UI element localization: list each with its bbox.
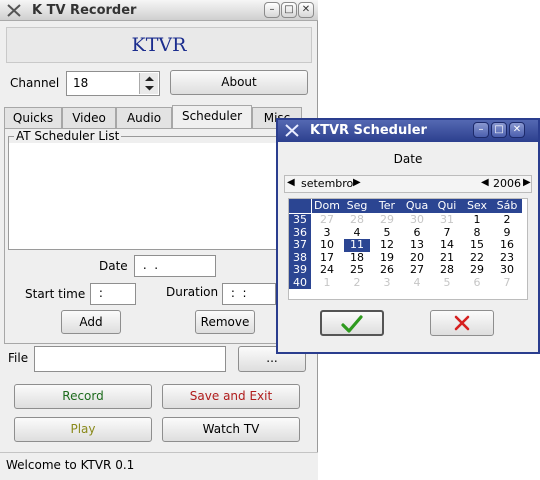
date-section-label: Date [393, 152, 423, 166]
week-number: 40 [289, 276, 311, 289]
calendar-day[interactable]: 12 [374, 238, 400, 252]
prev-month-icon[interactable]: ◀ [287, 177, 295, 188]
weekday-header: Dom [312, 199, 342, 213]
file-label: File [8, 351, 29, 365]
calendar-day-selected[interactable]: 11 [344, 238, 370, 252]
status-bar: Welcome to KTVR 0.1 [0, 452, 318, 480]
dialog-close-icon[interactable]: ✕ [509, 122, 525, 138]
calendar-day[interactable]: 24 [314, 263, 340, 277]
week-number: 37 [289, 238, 311, 252]
next-month-icon[interactable]: ▶ [353, 177, 361, 188]
main-window: K TV Recorder – □ ✕ KTVR Channel 18 Abou… [0, 0, 318, 480]
calendar-day[interactable]: 3 [374, 276, 400, 290]
year-value: 2006 [493, 177, 521, 190]
calendar-day[interactable]: 28 [434, 263, 460, 277]
weekday-header: Seg [342, 199, 372, 213]
cancel-button[interactable] [430, 310, 494, 336]
scheduler-dialog: KTVR Scheduler – □ ✕ Date ◀ setembro ▶ ◀… [276, 118, 540, 354]
play-button[interactable]: Play [14, 417, 152, 442]
weekday-header: Qui [432, 199, 462, 213]
calendar-day[interactable]: 29 [464, 263, 490, 277]
calendar-nav: ◀ setembro ▶ ◀ 2006 ▶ [284, 175, 532, 193]
calendar-day[interactable]: 29 [374, 213, 400, 227]
calendar-day[interactable]: 4 [404, 276, 430, 290]
dialog-title-bar[interactable]: KTVR Scheduler – □ ✕ [278, 120, 538, 142]
calendar-day[interactable]: 6 [464, 276, 490, 290]
about-button[interactable]: About [170, 70, 308, 95]
tab-scheduler[interactable]: Scheduler [172, 105, 252, 129]
calendar-header-corner [289, 199, 311, 213]
calendar-day[interactable]: 27 [404, 263, 430, 277]
week-number: 35 [289, 213, 311, 227]
date-field[interactable]: . . [134, 255, 216, 277]
channel-label: Channel [10, 76, 60, 90]
month-name: setembro [301, 177, 354, 190]
week-number: 39 [289, 263, 311, 277]
spin-arrows-icon[interactable] [139, 73, 158, 94]
dialog-title: KTVR Scheduler [310, 123, 427, 138]
calendar-day[interactable]: 30 [404, 213, 430, 227]
scheduler-list-title: AT Scheduler List [14, 129, 122, 143]
duration-label: Duration [166, 285, 219, 299]
add-button[interactable]: Add [61, 310, 121, 334]
calendar: Dom Seg Ter Qua Qui Sex Sáb 35 36 37 38 39 40 27 28 2… [288, 198, 528, 300]
calendar-day[interactable]: 1 [464, 213, 490, 227]
save-and-exit-button[interactable]: Save and Exit [162, 384, 300, 409]
calendar-day[interactable]: 2 [494, 213, 520, 227]
maximize-icon[interactable]: □ [281, 2, 297, 18]
start-time-field[interactable]: : [90, 283, 136, 305]
calendar-day[interactable]: 27 [314, 213, 340, 227]
calendar-day[interactable]: 25 [344, 263, 370, 277]
app-banner: KTVR [6, 27, 312, 63]
remove-button[interactable]: Remove [195, 310, 255, 334]
tab-quicks[interactable]: Quicks [4, 107, 62, 129]
calendar-day[interactable]: 31 [434, 213, 460, 227]
calendar-day[interactable]: 15 [464, 238, 490, 252]
duration-field[interactable]: : : [222, 283, 276, 305]
prev-year-icon[interactable]: ◀ [481, 177, 489, 188]
next-year-icon[interactable]: ▶ [523, 177, 531, 188]
channel-select[interactable]: 18 [66, 71, 160, 96]
calendar-day[interactable]: 28 [344, 213, 370, 227]
calendar-day[interactable]: 13 [404, 238, 430, 252]
close-icon[interactable]: ✕ [298, 2, 314, 18]
ok-button[interactable] [320, 310, 384, 336]
scheduler-list[interactable] [9, 143, 311, 249]
calendar-day[interactable]: 10 [314, 238, 340, 252]
calendar-day[interactable]: 14 [434, 238, 460, 252]
weekday-header: Sex [462, 199, 492, 213]
calendar-day[interactable]: 1 [314, 276, 340, 290]
channel-value: 18 [73, 76, 89, 90]
tab-video[interactable]: Video [62, 107, 116, 129]
calendar-day[interactable]: 7 [494, 276, 520, 290]
weekday-header: Sáb [492, 199, 522, 213]
dialog-app-icon[interactable] [284, 123, 300, 138]
start-time-label: Start time [25, 287, 86, 301]
date-label: Date [99, 259, 128, 273]
weekday-header: Ter [372, 199, 402, 213]
calendar-day[interactable]: 30 [494, 263, 520, 277]
calendar-day[interactable]: 16 [494, 238, 520, 252]
window-title: K TV Recorder [32, 3, 137, 18]
x-icon [454, 315, 470, 331]
calendar-day[interactable]: 5 [434, 276, 460, 290]
dialog-maximize-icon[interactable]: □ [491, 122, 507, 138]
weekday-header: Qua [402, 199, 432, 213]
file-field[interactable] [34, 346, 226, 372]
record-button[interactable]: Record [14, 384, 152, 409]
tab-audio[interactable]: Audio [116, 107, 172, 129]
dialog-minimize-icon[interactable]: – [473, 122, 489, 138]
title-bar[interactable]: K TV Recorder – □ ✕ [0, 0, 318, 21]
minimize-icon[interactable]: – [264, 2, 280, 18]
calendar-day[interactable]: 2 [344, 276, 370, 290]
watch-tv-button[interactable]: Watch TV [162, 417, 300, 442]
calendar-day[interactable]: 26 [374, 263, 400, 277]
app-icon[interactable] [6, 3, 22, 18]
check-icon [341, 315, 363, 333]
